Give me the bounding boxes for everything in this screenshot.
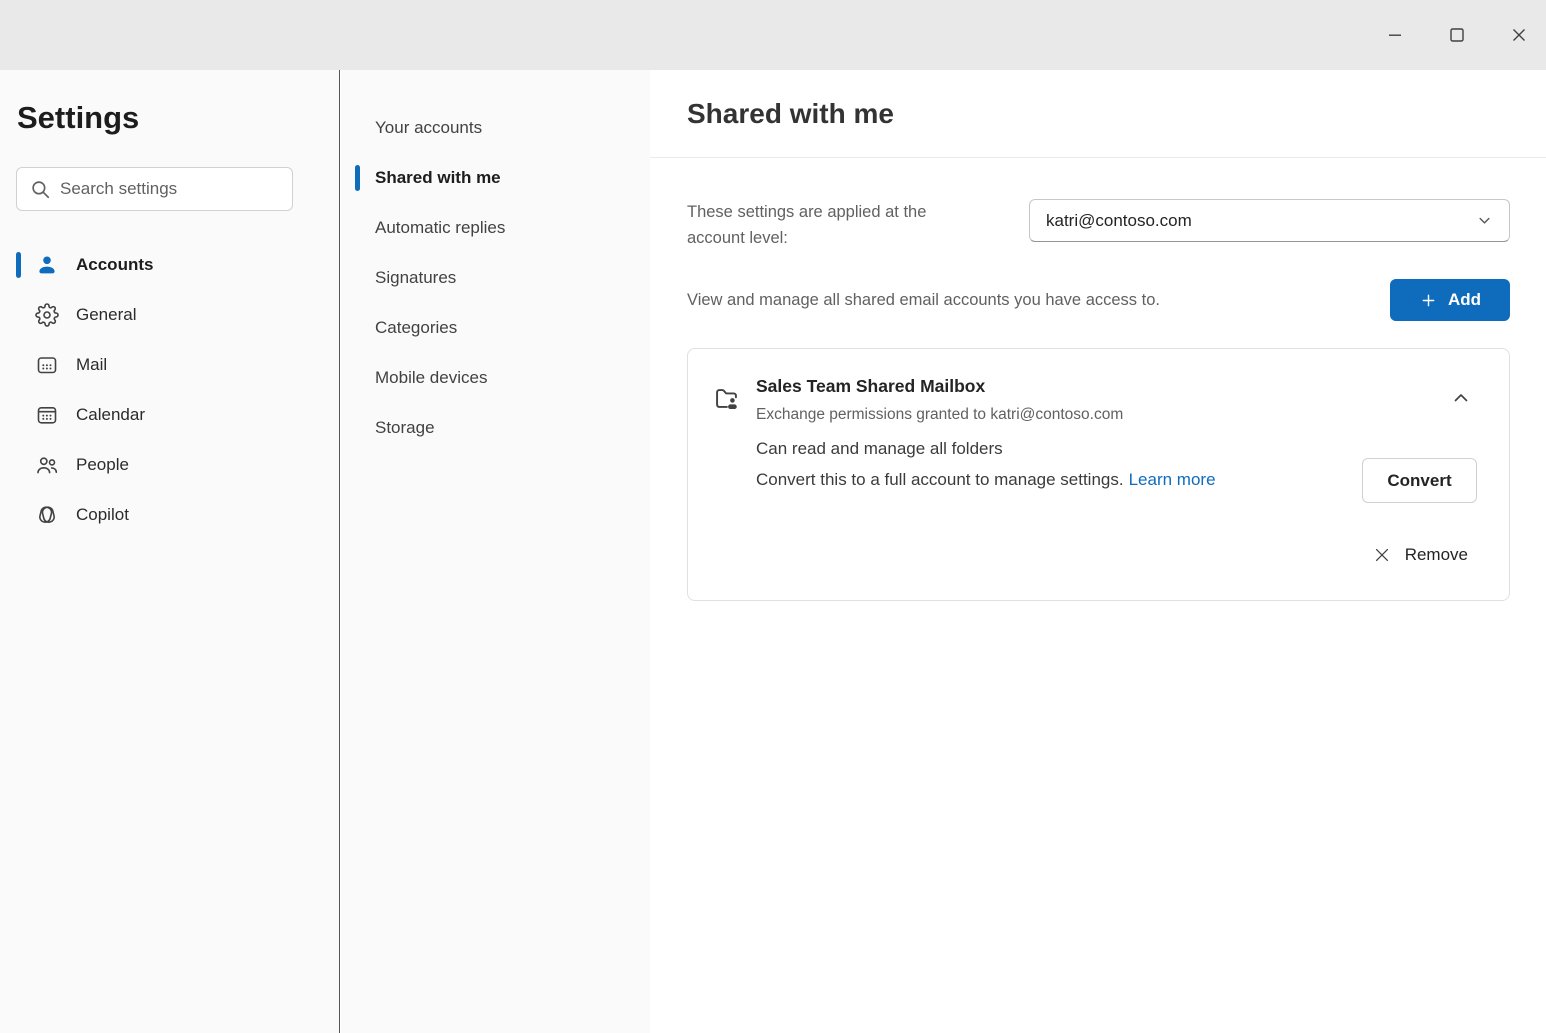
subnav-item-label: Storage — [375, 418, 435, 438]
person-icon — [35, 253, 59, 277]
close-button[interactable] — [1495, 11, 1543, 59]
dismiss-icon — [1372, 545, 1392, 565]
collapse-card-button[interactable] — [1449, 386, 1476, 410]
close-icon — [1509, 25, 1529, 45]
permission-text: Can read and manage all folders — [756, 439, 1003, 459]
mailbox-name: Sales Team Shared Mailbox — [756, 376, 985, 397]
subnav-item-label: Automatic replies — [375, 218, 505, 238]
page-title: Shared with me — [687, 98, 894, 130]
search-icon — [29, 178, 51, 200]
selected-indicator — [16, 252, 21, 278]
settings-page-title: Settings — [17, 100, 339, 136]
account-dropdown[interactable]: katri@contoso.com — [1029, 199, 1510, 242]
remove-button[interactable]: Remove — [1372, 545, 1468, 565]
panel-header: Shared with me — [650, 70, 1546, 158]
add-button[interactable]: Add — [1390, 279, 1510, 321]
sidebar-item-people[interactable]: People — [0, 440, 339, 490]
convert-description: Convert this to a full account to manage… — [756, 470, 1216, 490]
subnav-item-categories[interactable]: Categories — [341, 303, 650, 353]
sidebar-item-label: Calendar — [76, 405, 145, 425]
add-button-label: Add — [1448, 290, 1481, 310]
account-dropdown-value: katri@contoso.com — [1046, 211, 1192, 231]
maximize-icon — [1447, 25, 1467, 45]
maximize-button[interactable] — [1433, 11, 1481, 59]
mail-icon — [35, 353, 59, 377]
subnav-item-automatic-replies[interactable]: Automatic replies — [341, 203, 650, 253]
shared-with-me-panel: Shared with me These settings are applie… — [650, 70, 1546, 1033]
subnav-item-label: Categories — [375, 318, 457, 338]
sidebar-item-accounts[interactable]: Accounts — [0, 240, 339, 290]
gear-icon — [35, 303, 59, 327]
learn-more-link[interactable]: Learn more — [1129, 470, 1216, 489]
sidebar-item-calendar[interactable]: Calendar — [0, 390, 339, 440]
sidebar-item-label: Accounts — [76, 255, 153, 275]
subnav-item-signatures[interactable]: Signatures — [341, 253, 650, 303]
sidebar-item-label: People — [76, 455, 129, 475]
plus-icon — [1419, 291, 1438, 310]
calendar-icon — [35, 403, 59, 427]
titlebar — [0, 0, 1546, 70]
subnav-item-your-accounts[interactable]: Your accounts — [341, 103, 650, 153]
remove-button-label: Remove — [1405, 545, 1468, 565]
subnav-item-shared-with-me[interactable]: Shared with me — [341, 153, 650, 203]
convert-button[interactable]: Convert — [1362, 458, 1477, 503]
sidebar-item-mail[interactable]: Mail — [0, 340, 339, 390]
people-icon — [35, 453, 59, 477]
sidebar-item-copilot[interactable]: Copilot — [0, 490, 339, 540]
sidebar-item-label: Mail — [76, 355, 107, 375]
account-scope-label: These settings are applied at the accoun… — [687, 199, 967, 251]
search-settings-input[interactable] — [60, 179, 281, 199]
subnav-item-mobile-devices[interactable]: Mobile devices — [341, 353, 650, 403]
account-scope-row: These settings are applied at the accoun… — [687, 199, 1510, 251]
minimize-button[interactable] — [1371, 11, 1419, 59]
mailbox-permissions-subtitle: Exchange permissions granted to katri@co… — [756, 406, 1123, 424]
panel-description: View and manage all shared email account… — [687, 291, 1160, 310]
chevron-down-icon — [1475, 211, 1494, 230]
sidebar-item-label: General — [76, 305, 136, 325]
subnav-item-label: Your accounts — [375, 118, 482, 138]
convert-description-text: Convert this to a full account to manage… — [756, 470, 1124, 489]
chevron-up-icon — [1449, 386, 1476, 410]
accounts-subnav: Your accounts Shared with me Automatic r… — [341, 70, 650, 1033]
shared-mailbox-card: Sales Team Shared Mailbox Exchange permi… — [687, 348, 1510, 601]
panel-content: These settings are applied at the accoun… — [650, 199, 1546, 601]
subnav-item-label: Signatures — [375, 268, 456, 288]
shared-folder-icon — [712, 384, 741, 413]
description-row: View and manage all shared email account… — [687, 279, 1510, 321]
subnav-item-storage[interactable]: Storage — [341, 403, 650, 453]
settings-sidebar: Settings Accounts General Mail — [0, 70, 340, 1033]
sidebar-item-label: Copilot — [76, 505, 129, 525]
copilot-icon — [35, 503, 59, 527]
settings-category-nav: Accounts General Mail Calendar — [0, 240, 339, 540]
minimize-icon — [1385, 25, 1405, 45]
subnav-item-label: Mobile devices — [375, 368, 487, 388]
selected-indicator — [355, 165, 360, 191]
subnav-item-label: Shared with me — [375, 168, 501, 188]
sidebar-item-general[interactable]: General — [0, 290, 339, 340]
search-settings-box[interactable] — [16, 167, 293, 211]
